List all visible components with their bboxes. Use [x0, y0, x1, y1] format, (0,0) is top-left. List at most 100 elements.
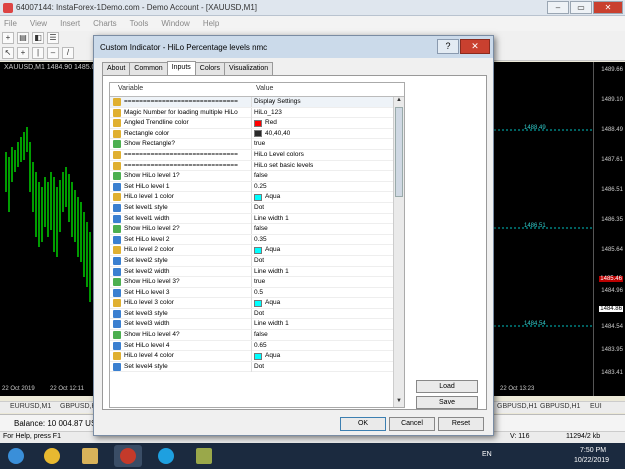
grid-scrollbar[interactable]: ▲ ▼	[393, 97, 404, 407]
input-row[interactable]: Set HiLo level 3 0.5	[110, 287, 404, 299]
menu-item-charts[interactable]: Charts	[93, 19, 117, 28]
input-value[interactable]: 40,40,40	[254, 129, 394, 139]
input-row[interactable]: Set level3 width Line width 1	[110, 319, 404, 331]
metatrader-task-icon[interactable]	[114, 445, 142, 467]
load-button[interactable]: Load	[416, 380, 478, 393]
chart-tab[interactable]: EURUSD,M1	[10, 403, 51, 410]
chart-tab[interactable]: GBPUSD,H1	[540, 403, 580, 410]
reset-button[interactable]: Reset	[438, 417, 484, 431]
menu-item-help[interactable]: Help	[203, 19, 219, 28]
cursor-icon[interactable]: ↖	[2, 47, 14, 59]
tab-visualization[interactable]: Visualization	[224, 62, 274, 75]
cancel-button[interactable]: Cancel	[389, 417, 435, 431]
input-row[interactable]: Magic Number for loading multiple HiLo Hi…	[110, 107, 404, 119]
menu-item-window[interactable]: Window	[161, 19, 189, 28]
input-row[interactable]: Set HiLo level 2 0.35	[110, 234, 404, 246]
horizontal-line-icon[interactable]: –	[47, 47, 59, 59]
language-indicator[interactable]: EN	[482, 451, 492, 458]
input-value[interactable]: true	[254, 139, 394, 149]
input-row[interactable]: ============================== HiLo set b…	[110, 160, 404, 172]
menu-item-insert[interactable]: Insert	[60, 19, 80, 28]
input-value[interactable]: Line width 1	[254, 267, 394, 277]
input-row[interactable]: HiLo level 3 color Aqua	[110, 298, 404, 309]
start-button[interactable]	[2, 445, 30, 467]
input-row[interactable]: Set level3 style Dot	[110, 308, 404, 320]
input-value[interactable]: 0.65	[254, 341, 394, 351]
chart-tab[interactable]: EUI	[590, 403, 602, 410]
tab-about[interactable]: About	[102, 62, 131, 75]
clock-date[interactable]: 10/22/2019	[574, 457, 609, 464]
scroll-thumb[interactable]	[395, 107, 403, 197]
menu-item-tools[interactable]: Tools	[130, 19, 149, 28]
input-row[interactable]: Set level2 width Line width 1	[110, 266, 404, 278]
save-button[interactable]: Save	[416, 396, 478, 409]
crosshair-icon[interactable]: +	[17, 47, 29, 59]
input-row[interactable]: Set level1 width Line width 1	[110, 213, 404, 225]
help-button[interactable]: ?	[437, 39, 459, 54]
input-value[interactable]: false	[254, 224, 394, 234]
input-value[interactable]: false	[254, 171, 394, 181]
input-row[interactable]: ============================== Display Se…	[110, 97, 404, 108]
column-variable[interactable]: Variable	[118, 85, 143, 92]
input-row[interactable]: Set HiLo level 1 0.25	[110, 181, 404, 193]
input-row[interactable]: Show HiLo level 3? true	[110, 277, 404, 288]
menu-item-file[interactable]: File	[4, 19, 17, 28]
chrome-icon[interactable]	[38, 445, 66, 467]
tab-inputs[interactable]: Inputs	[166, 61, 196, 75]
input-row[interactable]: Show HiLo level 1? false	[110, 171, 404, 182]
input-row[interactable]: Show HiLo level 4? false	[110, 330, 404, 341]
input-row[interactable]: ============================== HiLo Level…	[110, 149, 404, 161]
tab-common[interactable]: Common	[129, 62, 168, 75]
ok-button[interactable]: OK	[340, 417, 386, 431]
input-value[interactable]: false	[254, 330, 394, 340]
input-row[interactable]: Show HiLo level 2? false	[110, 224, 404, 235]
input-value[interactable]: Dot	[254, 256, 394, 266]
input-value[interactable]: HiLo Level colors	[254, 150, 394, 160]
menu-item-view[interactable]: View	[30, 19, 47, 28]
input-row[interactable]: Show Rectangle? true	[110, 139, 404, 150]
input-value[interactable]: Aqua	[254, 351, 394, 361]
skype-icon[interactable]	[152, 445, 180, 467]
vertical-line-icon[interactable]: |	[32, 47, 44, 59]
maximize-button[interactable]: ▭	[570, 1, 592, 14]
chart-tab[interactable]: GBPUSD,H1	[497, 403, 537, 410]
input-row[interactable]: HiLo level 2 color Aqua	[110, 245, 404, 256]
input-value[interactable]: Dot	[254, 362, 394, 372]
scroll-up-icon[interactable]: ▲	[394, 97, 404, 106]
dialog-close-button[interactable]: ✕	[460, 39, 490, 54]
input-value[interactable]: 0.35	[254, 235, 394, 245]
input-row[interactable]: HiLo level 1 color Aqua	[110, 192, 404, 203]
input-value[interactable]: Aqua	[254, 298, 394, 308]
input-row[interactable]: HiLo level 4 color Aqua	[110, 351, 404, 362]
new-chart-icon[interactable]: +	[2, 32, 14, 44]
input-value[interactable]: Aqua	[254, 192, 394, 202]
input-value[interactable]: Line width 1	[254, 319, 394, 329]
column-value[interactable]: Value	[256, 85, 273, 92]
minimize-button[interactable]: –	[547, 1, 569, 14]
input-row[interactable]: Angled Trendline color Red	[110, 118, 404, 129]
input-value[interactable]: Dot	[254, 309, 394, 319]
input-row[interactable]: Set level4 style Dot	[110, 361, 404, 373]
input-value[interactable]: HiLo set basic levels	[254, 161, 394, 171]
input-value[interactable]: 0.25	[254, 182, 394, 192]
scroll-down-icon[interactable]: ▼	[394, 398, 404, 407]
input-value[interactable]: Dot	[254, 203, 394, 213]
clock-time[interactable]: 7:50 PM	[580, 447, 606, 454]
input-row[interactable]: Rectangle color 40,40,40	[110, 128, 404, 140]
input-row[interactable]: Set level1 style Dot	[110, 202, 404, 214]
close-window-button[interactable]: ✕	[593, 1, 623, 14]
input-value[interactable]: Aqua	[254, 245, 394, 255]
tab-colors[interactable]: Colors	[194, 62, 226, 75]
input-value[interactable]: Display Settings	[254, 97, 394, 107]
profiles-icon[interactable]: ▤	[17, 32, 29, 44]
explorer-icon[interactable]	[76, 445, 104, 467]
input-row[interactable]: Set level2 style Dot	[110, 255, 404, 267]
input-value[interactable]: HiLo_123	[254, 108, 394, 118]
folder-icon[interactable]	[190, 445, 218, 467]
input-value[interactable]: Red	[254, 118, 394, 128]
navigator-icon[interactable]: ☰	[47, 32, 59, 44]
input-value[interactable]: true	[254, 277, 394, 287]
input-row[interactable]: Set HiLo level 4 0.65	[110, 340, 404, 352]
trendline-icon[interactable]: /	[62, 47, 74, 59]
input-value[interactable]: 0.5	[254, 288, 394, 298]
